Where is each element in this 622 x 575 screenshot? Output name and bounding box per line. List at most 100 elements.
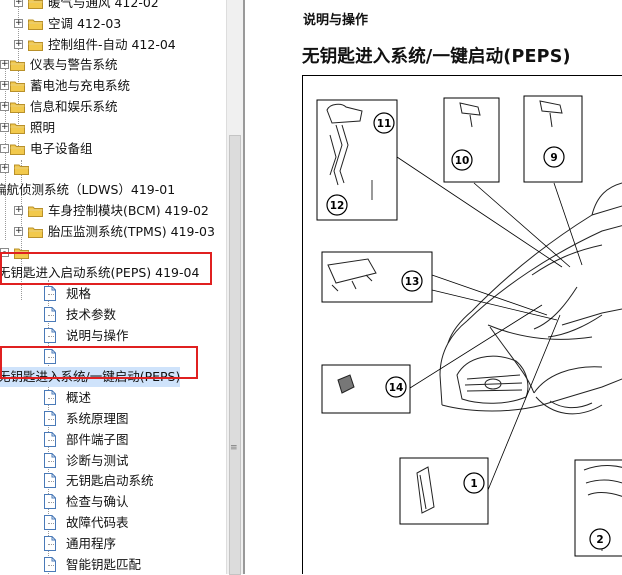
tree-item-5[interactable]: + 信息和娱乐系统 xyxy=(0,97,226,117)
tree-item-label: 照明 xyxy=(30,118,55,138)
tree-item-23[interactable]: 无钥匙启动系统 xyxy=(0,471,226,491)
tree-item-label: 技术参数 xyxy=(66,305,116,325)
folder-icon xyxy=(28,226,43,238)
tree-scrollbar[interactable]: ≡ xyxy=(226,0,244,574)
tree-item-label: 控制组件-自动 412-04 xyxy=(48,35,176,55)
tree-item-19[interactable]: 概述 xyxy=(0,388,226,408)
tree-connector-branch xyxy=(48,440,54,441)
tree-item-9[interactable]: 偏航侦测系统（LDWS）419-01 xyxy=(0,180,226,200)
tree-item-label: 车身控制模块(BCM) 419-02 xyxy=(48,201,209,221)
tree-item-7[interactable]: - 电子设备组 xyxy=(0,139,226,159)
peps-component-diagram: 11 12 10 9 13 14 1 2 xyxy=(302,75,622,574)
tree-item-15[interactable]: 技术参数 xyxy=(0,305,226,325)
tree-item-label: 诊断与测试 xyxy=(66,451,129,471)
tree-item-label: 故障代码表 xyxy=(66,513,129,533)
navigation-tree-panel[interactable]: + 暖气与通风 412-02 + 空调 412-03 + 控制组件-自动 412-04 + 仪… xyxy=(0,0,226,574)
folder-icon xyxy=(14,163,29,175)
tree-item-27[interactable]: 智能钥匙匹配 xyxy=(0,555,226,574)
tree-item-label: 检查与确认 xyxy=(66,492,129,512)
tree-item-label: 蓄电池与充电系统 xyxy=(30,76,130,96)
callout-12: 12 xyxy=(330,200,345,212)
tree-item-label: 胎压监测系统(TPMS) 419-03 xyxy=(48,222,215,242)
tree-item-0[interactable]: + 暖气与通风 412-02 xyxy=(0,0,226,13)
folder-icon xyxy=(10,80,25,92)
tree-connector-branch xyxy=(48,565,54,566)
folder-icon xyxy=(28,39,43,51)
folder-icon xyxy=(10,59,25,71)
scrollbar-grip-icon: ≡ xyxy=(230,447,238,450)
tree-item-26[interactable]: 通用程序 xyxy=(0,534,226,554)
tree-item-11[interactable]: + 胎压监测系统(TPMS) 419-03 xyxy=(0,222,226,242)
collapse-icon[interactable]: - xyxy=(0,144,9,153)
callout-9: 9 xyxy=(550,152,557,164)
highlight-box-2 xyxy=(0,346,198,379)
folder-icon xyxy=(10,101,25,113)
tree-item-10[interactable]: + 车身控制模块(BCM) 419-02 xyxy=(0,201,226,221)
highlight-box-1 xyxy=(0,252,212,285)
tree-item-label: 空调 412-03 xyxy=(48,14,121,34)
component-box-10 xyxy=(444,98,499,182)
page-title: 无钥匙进入系统/一键启动(PEPS) xyxy=(302,43,571,68)
expand-icon[interactable]: + xyxy=(14,40,23,49)
callout-13: 13 xyxy=(405,276,420,288)
tree-item-label: 电子设备组 xyxy=(30,139,93,159)
tree-item-label: 暖气与通风 412-02 xyxy=(48,0,159,13)
tree-item-20[interactable]: 系统原理图 xyxy=(0,409,226,429)
tree-item-3[interactable]: + 仪表与警告系统 xyxy=(0,55,226,75)
callout-11: 11 xyxy=(377,118,392,130)
tree-item-label: 偏航侦测系统（LDWS）419-01 xyxy=(0,180,175,200)
tree-item-25[interactable]: 故障代码表 xyxy=(0,513,226,533)
tree-item-6[interactable]: + 照明 xyxy=(0,118,226,138)
tree-item-label: 说明与操作 xyxy=(66,326,129,346)
expand-icon[interactable]: + xyxy=(0,60,9,69)
tree-item-label: 规格 xyxy=(66,284,91,304)
tree-connector-branch xyxy=(48,398,54,399)
tree-item-8[interactable]: + xyxy=(0,159,226,179)
component-box-9 xyxy=(524,96,582,182)
tree-connector-branch xyxy=(48,315,54,316)
expand-icon[interactable]: + xyxy=(0,102,9,111)
document-view: 说明与操作 无钥匙进入系统/一键启动(PEPS) xyxy=(245,0,622,574)
expand-icon[interactable]: + xyxy=(14,19,23,28)
tree-item-label: 系统原理图 xyxy=(66,409,129,429)
folder-icon xyxy=(28,0,43,9)
tree-connector-branch xyxy=(48,294,54,295)
folder-icon xyxy=(10,122,25,134)
tree-item-14[interactable]: 规格 xyxy=(0,284,226,304)
tree-connector-branch xyxy=(48,461,54,462)
tree-connector-branch xyxy=(48,544,54,545)
scrollbar-thumb[interactable] xyxy=(229,135,241,575)
tree-item-4[interactable]: + 蓄电池与充电系统 xyxy=(0,76,226,96)
expand-icon[interactable]: + xyxy=(14,0,23,7)
tree-item-22[interactable]: 诊断与测试 xyxy=(0,451,226,471)
tree-item-16[interactable]: 说明与操作 xyxy=(0,326,226,346)
tree-connector-branch xyxy=(48,502,54,503)
expand-icon[interactable]: + xyxy=(0,123,9,132)
tree-item-21[interactable]: 部件端子图 xyxy=(0,430,226,450)
tree-item-2[interactable]: + 控制组件-自动 412-04 xyxy=(0,35,226,55)
tree-item-label: 通用程序 xyxy=(66,534,116,554)
section-label: 说明与操作 xyxy=(303,9,368,28)
expand-icon[interactable]: + xyxy=(14,227,23,236)
tree-item-24[interactable]: 检查与确认 xyxy=(0,492,226,512)
tree-connector-branch xyxy=(48,419,54,420)
tree-item-label: 概述 xyxy=(66,388,91,408)
tree-item-label: 信息和娱乐系统 xyxy=(30,97,118,117)
expand-icon[interactable]: + xyxy=(0,81,9,90)
callout-14: 14 xyxy=(389,382,404,394)
callout-1: 1 xyxy=(470,478,477,490)
folder-icon xyxy=(28,18,43,30)
tree-item-label: 无钥匙启动系统 xyxy=(66,471,154,491)
expand-icon[interactable]: + xyxy=(14,206,23,215)
tree-connector-branch xyxy=(48,523,54,524)
callout-2: 2 xyxy=(596,534,603,546)
tree-item-label: 仪表与警告系统 xyxy=(30,55,118,75)
expand-icon[interactable]: + xyxy=(0,164,9,173)
callout-10: 10 xyxy=(455,155,470,167)
tree-item-label: 部件端子图 xyxy=(66,430,129,450)
tree-connector-branch xyxy=(48,481,54,482)
tree-connector-branch xyxy=(48,336,54,337)
tree-item-1[interactable]: + 空调 412-03 xyxy=(0,14,226,34)
tree-item-label: 智能钥匙匹配 xyxy=(66,555,141,574)
folder-icon xyxy=(10,143,25,155)
